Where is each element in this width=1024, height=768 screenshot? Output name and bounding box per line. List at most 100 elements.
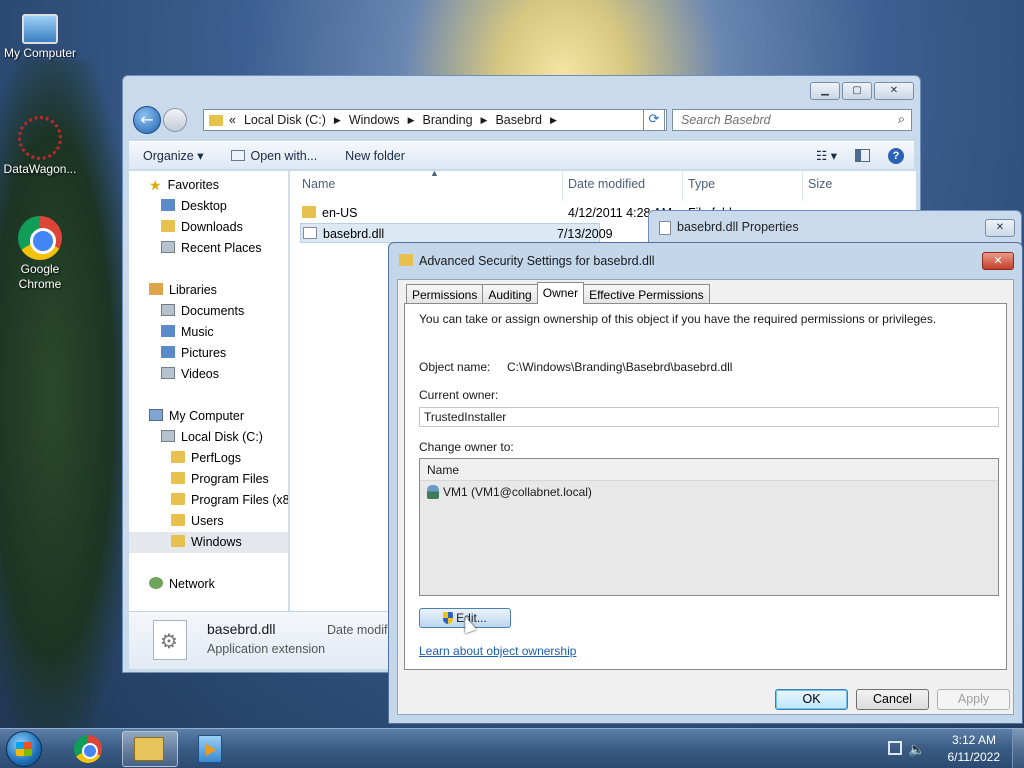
address-bar[interactable]: « Local Disk (C:) ▶ Windows ▶ Branding ▶…: [203, 109, 667, 131]
nav-item-music[interactable]: Music: [161, 322, 288, 343]
nav-item-desktop[interactable]: Desktop: [161, 196, 288, 217]
chevron-right-icon[interactable]: ▶: [550, 115, 557, 126]
chrome-icon: [18, 216, 62, 260]
nav-label: Windows: [191, 535, 242, 549]
media-player-icon[interactable]: [198, 735, 222, 763]
list-item[interactable]: VM1 (VM1@collabnet.local): [427, 485, 592, 499]
dialog-body: Permissions Auditing Owner Effective Per…: [397, 279, 1014, 715]
close-button[interactable]: ✕: [985, 219, 1015, 237]
column-header-size[interactable]: Size: [808, 177, 832, 191]
show-desktop-button[interactable]: [1012, 729, 1024, 768]
documents-icon: [161, 304, 175, 316]
nav-item-program-files[interactable]: Program Files: [171, 469, 288, 490]
network-icon[interactable]: [888, 741, 902, 755]
nav-label: Desktop: [181, 199, 227, 213]
tab-effective-permissions[interactable]: Effective Permissions: [583, 284, 710, 304]
owner-list[interactable]: Name VM1 (VM1@collabnet.local): [419, 458, 999, 596]
nav-item-users[interactable]: Users: [171, 511, 288, 532]
column-header-type[interactable]: Type: [688, 177, 715, 191]
desktop-icon-my-computer[interactable]: My Computer: [0, 8, 80, 60]
nav-item-downloads[interactable]: Downloads: [161, 217, 288, 238]
nav-item-videos[interactable]: Videos: [161, 364, 288, 385]
breadcrumb-overflow[interactable]: «: [229, 113, 236, 127]
user-icon: [427, 485, 439, 499]
search-input[interactable]: Search Basebrd ⌕: [672, 109, 912, 131]
nav-item-local-disk[interactable]: Local Disk (C:): [161, 427, 288, 448]
desktop-icon: [161, 199, 175, 211]
desktop-icon-label: My Computer: [3, 46, 77, 60]
back-button[interactable]: ←: [133, 106, 161, 134]
nav-item-documents[interactable]: Documents: [161, 301, 288, 322]
close-button[interactable]: ✕: [874, 82, 914, 100]
volume-icon[interactable]: 🔈: [908, 741, 925, 758]
desktop-icon-chrome[interactable]: Google Chrome: [0, 216, 80, 292]
maximize-button[interactable]: ▢: [842, 82, 872, 100]
file-row-selected[interactable]: basebrd.dll 7/13/2009 9:33: [300, 223, 613, 261]
close-button[interactable]: ✕: [982, 252, 1014, 270]
nav-item-libraries[interactable]: Libraries: [149, 280, 288, 301]
ok-button[interactable]: OK: [775, 689, 848, 710]
column-header-date[interactable]: Date modified: [568, 177, 645, 191]
desktop-icon-datawagon[interactable]: DataWagon...: [0, 116, 80, 176]
organize-button[interactable]: Organize ▾: [129, 148, 217, 163]
column-divider[interactable]: [562, 171, 563, 201]
chevron-right-icon[interactable]: ▶: [481, 115, 488, 126]
breadcrumb-item[interactable]: Windows: [349, 113, 400, 127]
breadcrumb-item[interactable]: Basebrd: [495, 113, 542, 127]
nav-label: Pictures: [181, 346, 227, 360]
nav-item-network[interactable]: Network: [149, 574, 288, 595]
clock-date[interactable]: 6/11/2022: [948, 750, 1001, 764]
clock-time[interactable]: 3:12 AM: [952, 733, 996, 747]
breadcrumb-item[interactable]: Branding: [422, 113, 472, 127]
nav-item-program-files-x86[interactable]: Program Files (x86: [171, 490, 288, 511]
folder-icon: [134, 737, 164, 761]
chevron-right-icon[interactable]: ▶: [334, 115, 341, 126]
column-divider[interactable]: [682, 171, 683, 201]
change-view-icon[interactable]: ☷ ▾: [816, 148, 837, 163]
start-button[interactable]: [6, 731, 42, 767]
nav-item-perflogs[interactable]: PerfLogs: [171, 448, 288, 469]
current-owner-field[interactable]: TrustedInstaller: [419, 407, 999, 427]
advanced-security-dialog: Advanced Security Settings for basebrd.d…: [388, 242, 1023, 724]
nav-label: Program Files (x86: [191, 493, 288, 507]
minimize-button[interactable]: ▁: [810, 82, 840, 100]
column-header-name[interactable]: Name: [420, 459, 998, 481]
search-icon[interactable]: ⌕: [898, 112, 905, 127]
tab-strip: Permissions Auditing Owner Effective Per…: [406, 282, 710, 304]
column-header-name[interactable]: Name: [302, 177, 335, 191]
apply-button[interactable]: Apply: [937, 689, 1010, 710]
user-name: VM1 (VM1@collabnet.local): [443, 485, 592, 499]
nav-item-my-computer[interactable]: My Computer: [149, 406, 288, 427]
cancel-button[interactable]: Cancel: [856, 689, 929, 710]
nav-item-windows[interactable]: Windows: [129, 532, 288, 553]
learn-ownership-link[interactable]: Learn about object ownership: [419, 644, 576, 658]
downloads-icon: [161, 220, 175, 232]
chevron-right-icon[interactable]: ▶: [408, 115, 415, 126]
tab-auditing[interactable]: Auditing: [482, 284, 538, 304]
help-icon[interactable]: ?: [888, 147, 904, 164]
preview-pane-icon[interactable]: [855, 149, 870, 162]
pictures-icon: [161, 346, 175, 358]
chrome-taskbar-icon[interactable]: [74, 735, 102, 763]
tab-permissions[interactable]: Permissions: [406, 284, 484, 304]
nav-item-recent[interactable]: Recent Places: [161, 238, 288, 259]
computer-icon: [22, 14, 58, 44]
refresh-button[interactable]: ⟳: [643, 109, 665, 131]
recent-places-icon: [161, 241, 175, 253]
open-with-button[interactable]: Open with...: [217, 149, 331, 163]
current-owner-label: Current owner:: [419, 388, 499, 402]
forward-button[interactable]: [163, 108, 187, 132]
dialog-title: Advanced Security Settings for basebrd.d…: [419, 254, 655, 268]
network-icon: [149, 577, 163, 589]
view-controls: ☷ ▾ ?: [816, 147, 904, 164]
breadcrumb-item[interactable]: Local Disk (C:): [244, 113, 326, 127]
folder-icon: [171, 514, 185, 526]
folder-icon: [171, 472, 185, 484]
column-divider[interactable]: [802, 171, 803, 201]
tab-owner[interactable]: Owner: [536, 282, 585, 304]
nav-item-pictures[interactable]: Pictures: [161, 343, 288, 364]
nav-item-favorites[interactable]: ★ Favorites: [149, 175, 288, 196]
folder-icon: [171, 535, 185, 547]
new-folder-button[interactable]: New folder: [331, 149, 419, 163]
window-controls: ▁ ▢ ✕: [810, 82, 914, 100]
